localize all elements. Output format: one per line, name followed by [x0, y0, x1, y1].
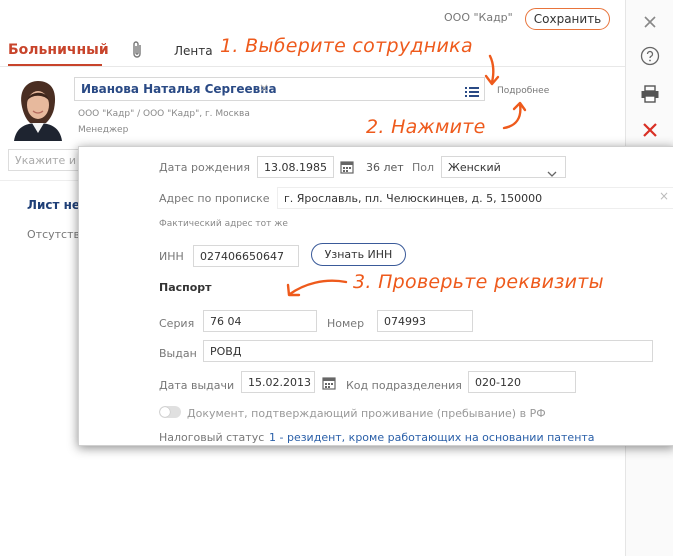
sex-label: Пол [412, 161, 435, 174]
search-placeholder: Укажите и [15, 154, 76, 167]
inn-field[interactable]: 027406650647 [193, 245, 299, 267]
passport-number-field[interactable]: 074993 [377, 310, 473, 332]
paperclip-icon[interactable] [131, 40, 145, 64]
employee-position: Менеджер [78, 125, 129, 135]
header-divider [0, 66, 625, 67]
issued-by-label: Выдан [159, 347, 197, 360]
tax-status-link[interactable]: 1 - резидент, кроме работающих на основа… [269, 431, 595, 444]
issued-by-field[interactable]: РОВД [203, 340, 653, 362]
employee-details-popup: Дата рождения 13.08.1985 36 лет Пол Женс… [78, 146, 673, 446]
inn-label: ИНН [159, 250, 184, 263]
list-icon[interactable] [465, 83, 479, 102]
clear-icon[interactable]: × [659, 189, 669, 203]
actual-address-note[interactable]: Фактический адрес тот же [159, 219, 288, 229]
passport-section-title: Паспорт [159, 281, 212, 294]
annotation-step-1: 1. Выберите сотрудника [220, 35, 473, 57]
annotation-step-3: 3. Проверьте реквизиты [353, 271, 604, 293]
sheet-title: Лист не [27, 198, 81, 212]
employee-organization: ООО "Кадр" / ООО "Кадр", г. Москва [78, 109, 250, 119]
passport-number-label: Номер [327, 317, 365, 330]
registration-address-field[interactable]: г. Ярославль, пл. Челюскинцев, д. 5, 150… [277, 187, 673, 209]
dob-label: Дата рождения [159, 161, 250, 174]
department-code-label: Код подразделения [346, 379, 462, 392]
printer-icon[interactable] [636, 80, 664, 108]
avatar [8, 77, 68, 141]
registration-address-label: Адрес по прописке [159, 192, 270, 205]
company-name: ООО "Кадр" [444, 11, 513, 24]
calendar-icon[interactable] [340, 159, 354, 178]
tab-sick-leave[interactable]: Больничный [8, 42, 109, 58]
get-inn-button[interactable]: Узнать ИНН [311, 243, 406, 266]
tax-status-label: Налоговый статус [159, 431, 265, 444]
passport-series-field[interactable]: 76 04 [203, 310, 317, 332]
annotation-arrow-3 [286, 279, 348, 297]
residence-document-toggle[interactable] [159, 406, 181, 418]
calendar-icon[interactable] [322, 375, 336, 394]
employee-field[interactable]: Иванова Наталья Сергеевна × [74, 77, 485, 101]
annotation-arrow-2 [502, 101, 527, 130]
annotation-step-2: 2. Нажмите [366, 116, 486, 138]
dob-field[interactable]: 13.08.1985 [257, 156, 334, 178]
chevron-down-icon[interactable] [547, 162, 557, 181]
tab-feed[interactable]: Лента [174, 44, 213, 58]
passport-series-label: Серия [159, 317, 195, 330]
absence-label: Отсутств [27, 228, 80, 241]
search-input[interactable]: Укажите и [8, 149, 88, 171]
issue-date-field[interactable]: 15.02.2013 [241, 371, 315, 393]
save-button[interactable]: Сохранить [525, 8, 610, 30]
residence-document-label: Документ, подтверждающий проживание (пре… [187, 407, 546, 420]
issue-date-label: Дата выдачи [159, 379, 235, 392]
clear-icon[interactable]: × [259, 81, 269, 95]
employee-name: Иванова Наталья Сергеевна [81, 82, 277, 96]
more-details-link[interactable]: Подробнее [497, 86, 549, 96]
department-code-field[interactable]: 020-120 [468, 371, 576, 393]
age-value: 36 лет [366, 161, 404, 174]
delete-icon[interactable] [636, 116, 664, 144]
close-icon[interactable] [636, 8, 664, 36]
toggle-knob [160, 407, 170, 417]
help-icon[interactable] [636, 42, 664, 70]
